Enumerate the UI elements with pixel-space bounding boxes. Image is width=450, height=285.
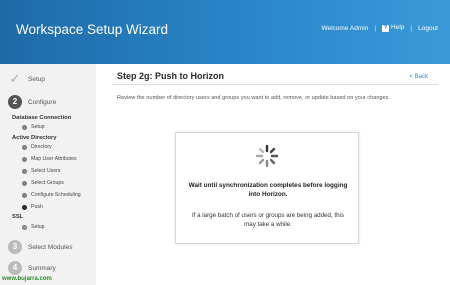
main-content: Step 2g: Push to Horizon < Back Review t… [104, 64, 440, 285]
substep-select-groups[interactable]: Select Groups [22, 180, 64, 186]
status-dot [22, 168, 27, 174]
step-number: 2 [8, 95, 22, 109]
substep-map-user-attributes[interactable]: Map User Attributes [22, 156, 77, 162]
divider [112, 84, 438, 85]
substep-configure-scheduling[interactable]: Configure Scheduling [22, 192, 81, 198]
sync-progress-dialog: Wait until synchronization completes bef… [175, 132, 359, 244]
status-dot [22, 224, 27, 230]
instructions-text: Review the number of directory users and… [117, 95, 391, 101]
help-icon: ? [382, 25, 390, 32]
status-dot [22, 192, 27, 198]
step-select-modules[interactable]: 3 Select Modules [8, 240, 72, 254]
substep-select-users[interactable]: Select Users [22, 168, 60, 174]
help-label: Help [391, 24, 405, 31]
step-label: Select Modules [28, 243, 73, 251]
step-number: 3 [8, 240, 22, 254]
step-label: Configure [28, 98, 57, 106]
status-dot [22, 156, 27, 162]
section-active-directory: Active Directory [12, 135, 57, 141]
step-number: 4 [8, 261, 22, 275]
watermark: www.bujarra.com [2, 276, 52, 282]
substep-db-setup[interactable]: Setup [22, 124, 45, 130]
substep-label: Directory [31, 144, 52, 150]
substep-ssl-setup[interactable]: Setup [22, 224, 45, 230]
logout-link[interactable]: Logout [418, 25, 438, 32]
step-setup[interactable]: ✓ Setup [8, 72, 45, 86]
step-configure[interactable]: 2 Configure [8, 95, 56, 109]
status-dot [22, 180, 27, 186]
status-dot [22, 204, 27, 210]
step-label: Setup [28, 75, 45, 83]
header-separator: | [374, 24, 377, 32]
wizard-sidebar: ✓ Setup 2 Configure Database Connection … [0, 64, 96, 285]
substep-label: Map User Attributes [31, 156, 77, 162]
substep-push[interactable]: Push [22, 204, 43, 210]
section-database-connection: Database Connection [12, 115, 72, 121]
section-ssl: SSL [12, 214, 24, 220]
sync-info-text: If a large batch of users or groups are … [191, 212, 345, 228]
welcome-text: Welcome Admin [321, 24, 369, 32]
back-link[interactable]: < Back [409, 74, 428, 80]
header-separator: | [410, 24, 413, 32]
substep-label: Select Groups [31, 180, 64, 186]
substep-label: Configure Scheduling [31, 192, 81, 198]
substep-directory[interactable]: Directory [22, 144, 52, 150]
app-header: Workspace Setup Wizard Welcome Admin | ?… [0, 0, 450, 64]
sync-warning-text: Wait until synchronization completes bef… [188, 182, 348, 198]
status-dot [22, 144, 27, 150]
app-title: Workspace Setup Wizard [16, 22, 169, 37]
substep-label: Setup [31, 124, 45, 130]
substep-label: Select Users [31, 168, 61, 174]
status-dot [22, 124, 27, 130]
page-title: Step 2g: Push to Horizon [117, 71, 224, 81]
help-link[interactable]: ? Help [382, 24, 404, 32]
check-icon: ✓ [9, 71, 21, 86]
step-label: Summary [28, 264, 56, 272]
header-links: Welcome Admin | ? Help | Logout [321, 24, 438, 32]
substep-label: Setup [31, 224, 45, 230]
step-summary[interactable]: 4 Summary [8, 261, 56, 275]
substep-label: Push [31, 204, 43, 210]
loading-spinner-icon [255, 144, 279, 168]
